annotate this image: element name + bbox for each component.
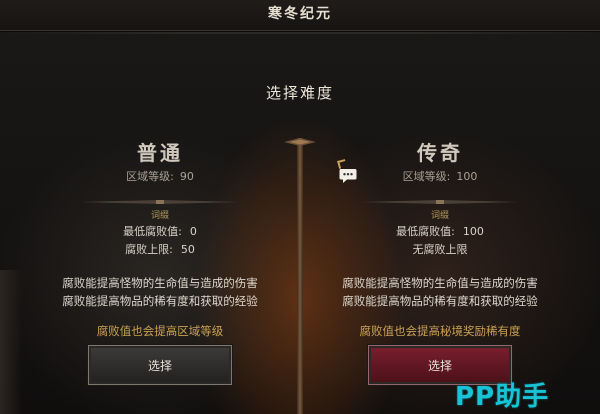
difficulty-name: 传奇 (417, 141, 463, 165)
min-corruption-value: 100 (462, 225, 484, 238)
area-level-label: 区域等级: (402, 170, 451, 183)
difficulty-name: 普通 (137, 141, 183, 165)
title-divider (0, 32, 600, 34)
area-level-value: 100 (456, 170, 478, 183)
modifier-label: 词缀 (150, 211, 169, 221)
ornament-divider (80, 190, 240, 204)
min-corruption-label: 最低腐败值: (396, 225, 455, 238)
difficulty-description: 腐败能提高怪物的生命值与造成的伤害 腐败能提高物品的稀有度和获取的经验 (320, 274, 560, 310)
select-normal-button[interactable]: 选择 (88, 345, 232, 385)
description-line: 腐败能提高怪物的生命值与造成的伤害 (62, 276, 258, 290)
corruption-cap: 无腐败上限 (320, 242, 560, 258)
min-corruption-value: 0 (189, 225, 197, 238)
window-title: 寒冬纪元 (268, 6, 332, 22)
chat-bubble-icon[interactable] (339, 168, 357, 184)
min-corruption-label: 最低腐败值: (123, 225, 182, 238)
area-level-value: 90 (179, 170, 194, 183)
title-bar: 寒冬纪元 (0, 0, 600, 31)
difficulty-note: 腐败值也会提高区域等级 (96, 324, 224, 338)
description-line: 腐败能提高物品的稀有度和获取的经验 (62, 294, 258, 308)
description-line: 腐败能提高怪物的生命值与造成的伤害 (342, 276, 538, 290)
difficulty-note: 腐败值也会提高秘境奖励稀有度 (359, 324, 521, 338)
ornament-divider (360, 190, 520, 204)
character-silhouette (0, 270, 22, 414)
select-legendary-button[interactable]: 选择 (368, 345, 512, 385)
modifier-label: 词缀 (430, 211, 449, 221)
description-line: 腐败能提高物品的稀有度和获取的经验 (342, 294, 538, 308)
min-corruption: 最低腐败值: 100 (320, 224, 560, 240)
corruption-cap-value: 50 (180, 243, 195, 256)
area-level: 区域等级: 90 (40, 170, 280, 184)
difficulty-description: 腐败能提高怪物的生命值与造成的伤害 腐败能提高物品的稀有度和获取的经验 (40, 274, 280, 310)
corruption-cap: 腐败上限: 50 (40, 242, 280, 258)
corruption-cap-label: 腐败上限: (125, 243, 173, 256)
min-corruption: 最低腐败值: 0 (40, 224, 280, 240)
screen-heading: 选择难度 (265, 84, 334, 102)
area-level-label: 区域等级: (126, 170, 174, 183)
corruption-cap-label: 无腐败上限 (412, 243, 468, 256)
center-pillar (297, 138, 303, 414)
pillar-ornament-icon (284, 138, 316, 146)
watermark-logo: PP助手 (455, 382, 550, 412)
difficulty-normal-panel: 普通 区域等级: 90 词缀 最低腐败值: 0 腐败上限: 50 腐败能提高怪物的生命… (40, 138, 280, 385)
